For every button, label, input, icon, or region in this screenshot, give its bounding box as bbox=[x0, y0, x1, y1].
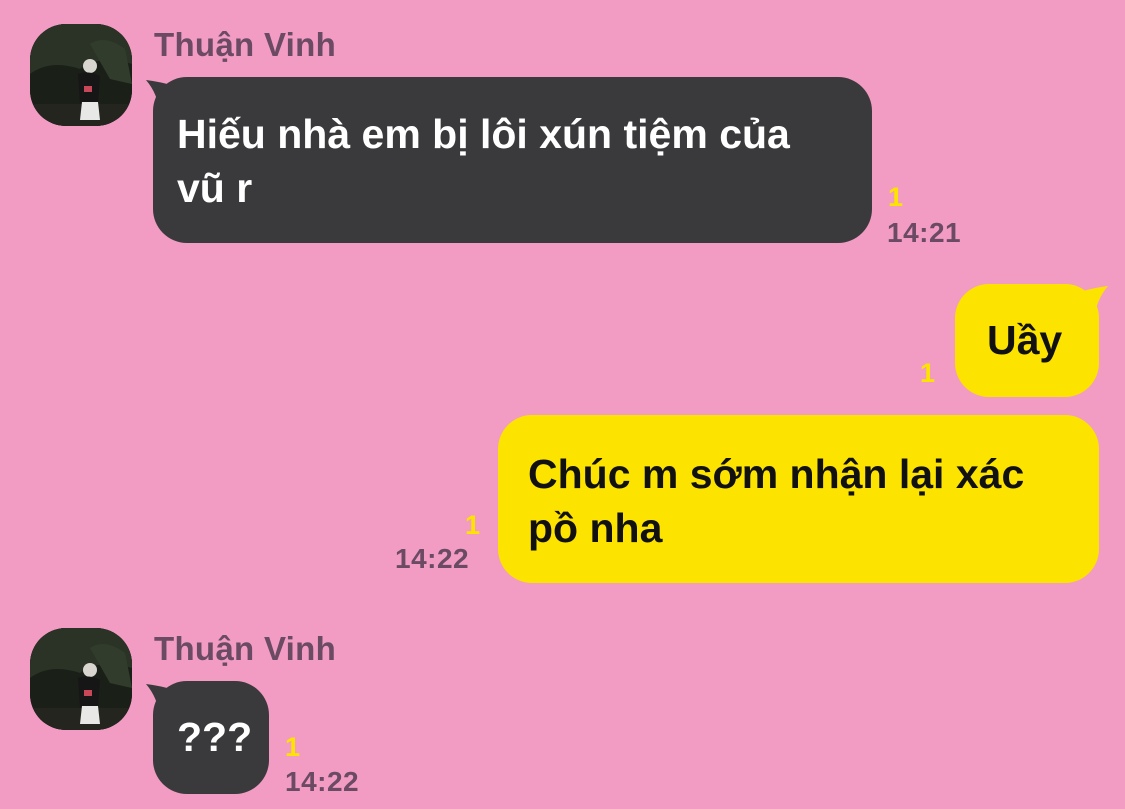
message-bubble[interactable]: Uầy bbox=[955, 284, 1099, 397]
unread-count: 1 bbox=[465, 510, 481, 540]
message-bubble[interactable]: Hiếu nhà em bị lôi xún tiệm của vũ r bbox=[153, 77, 872, 243]
message-time: 14:22 bbox=[285, 766, 360, 797]
sender-name: Thuận Vinh bbox=[154, 26, 337, 63]
message-text: Uầy bbox=[987, 317, 1063, 363]
message-text: Chúc m sớm nhận lại xác pồ nha bbox=[528, 451, 1025, 551]
message-text: ??? bbox=[177, 714, 253, 760]
avatar-photo bbox=[30, 628, 132, 730]
unread-count: 1 bbox=[888, 182, 904, 212]
message-text: Hiếu nhà em bị lôi xún tiệm của vũ r bbox=[177, 111, 790, 211]
message-time: 14:22 bbox=[395, 543, 470, 574]
avatar-photo bbox=[30, 24, 132, 126]
avatar[interactable] bbox=[30, 628, 132, 730]
unread-count: 1 bbox=[285, 732, 301, 762]
avatar[interactable] bbox=[30, 24, 132, 126]
message-bubble[interactable]: Chúc m sớm nhận lại xác pồ nha bbox=[498, 415, 1099, 583]
sender-name: Thuận Vinh bbox=[154, 630, 337, 667]
message-bubble[interactable]: ??? bbox=[153, 681, 269, 794]
message-time: 14:21 bbox=[887, 217, 962, 248]
unread-count: 1 bbox=[920, 358, 936, 388]
